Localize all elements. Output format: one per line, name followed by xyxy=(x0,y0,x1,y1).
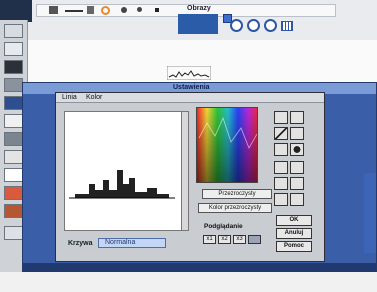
horizontal-bars-icon[interactable] xyxy=(290,177,304,190)
grid-icon[interactable] xyxy=(281,21,293,31)
menu-obrazy[interactable]: Obrazy xyxy=(187,5,211,12)
camera-icon[interactable] xyxy=(274,193,288,206)
window-title: Ustawienia xyxy=(173,84,210,91)
curve-select[interactable]: Normalna xyxy=(98,238,166,248)
rect-shape-icon[interactable] xyxy=(274,143,288,156)
fill-icon[interactable] xyxy=(155,8,159,12)
stamp-tool-icon[interactable] xyxy=(4,114,23,128)
window-scrollbar[interactable] xyxy=(364,173,376,253)
menu-kolor[interactable]: Kolor xyxy=(86,94,102,101)
cancel-button[interactable]: Anuluj xyxy=(276,228,312,239)
workspace-bottom xyxy=(0,272,377,292)
select-rect-icon[interactable] xyxy=(274,111,288,124)
spray-icon[interactable] xyxy=(137,7,142,12)
zoom-icon[interactable] xyxy=(230,19,243,32)
hand-tool-icon[interactable] xyxy=(4,226,23,240)
histogram-graph xyxy=(69,170,175,199)
curve-label: Krzywa xyxy=(68,240,93,247)
pencil-icon[interactable] xyxy=(49,6,58,14)
line-tool-icon[interactable] xyxy=(274,127,288,140)
lasso-icon[interactable] xyxy=(101,6,110,15)
select-tool-icon[interactable] xyxy=(4,24,23,38)
vertical-bars-icon[interactable] xyxy=(274,177,288,190)
portrait-tool-icon[interactable] xyxy=(4,204,23,218)
menu-linia[interactable]: Linia xyxy=(62,94,77,101)
fill-bucket-icon[interactable] xyxy=(290,193,304,206)
text-tool-icon[interactable] xyxy=(4,132,23,146)
dialog-menubar: Linia Kolor xyxy=(56,93,324,103)
move-tool-icon[interactable] xyxy=(4,42,23,56)
list-cells-icon[interactable] xyxy=(290,161,304,174)
paint-tool-icon[interactable] xyxy=(4,186,23,200)
grid-toggle-icon[interactable] xyxy=(248,235,261,244)
histogram-dialog: Linia Kolor Krzywa Normalna Przezroczyst… xyxy=(55,92,325,262)
palette-swatches xyxy=(197,108,257,182)
layer-tool-icon[interactable] xyxy=(4,96,23,110)
grid-cells-icon[interactable] xyxy=(274,161,288,174)
przezroczysty-button[interactable]: Przezroczysty xyxy=(202,189,272,199)
eraser-icon[interactable] xyxy=(87,6,94,14)
brush-icon[interactable] xyxy=(121,7,127,13)
refresh-icon[interactable] xyxy=(264,19,277,32)
rotate-icon[interactable] xyxy=(247,19,260,32)
crop-tool-icon[interactable] xyxy=(4,78,23,92)
zoom-x1-button[interactable]: x1 xyxy=(203,235,216,244)
star-tool-icon[interactable] xyxy=(4,168,23,182)
frame-tool-icon[interactable] xyxy=(4,60,23,74)
help-button[interactable]: Pomoc xyxy=(276,241,312,252)
color-palette[interactable] xyxy=(196,107,258,183)
zoom-x2-button[interactable]: x2 xyxy=(218,235,231,244)
pen-icon[interactable] xyxy=(290,111,304,124)
ok-button[interactable]: OK xyxy=(276,215,312,226)
application-toolbar: Obrazy xyxy=(0,0,377,40)
histogram-scrollbar[interactable] xyxy=(181,111,189,231)
color-indicator xyxy=(178,14,218,34)
brush-tool-icon[interactable] xyxy=(290,127,304,140)
line-icon[interactable] xyxy=(65,10,83,12)
circle-shape-icon[interactable] xyxy=(290,143,304,156)
kolor-przezroczysty-button[interactable]: Kolor przezroczysty xyxy=(198,203,272,213)
window-status-strip xyxy=(23,263,376,271)
eyedropper-tool-icon[interactable] xyxy=(4,150,23,164)
brightness-label: Podglądanie xyxy=(204,223,243,230)
zoom-x3-button[interactable]: x3 xyxy=(233,235,246,244)
preview-histogram xyxy=(167,66,211,80)
app-logo-area xyxy=(0,0,32,22)
histogram-panel xyxy=(64,111,188,231)
